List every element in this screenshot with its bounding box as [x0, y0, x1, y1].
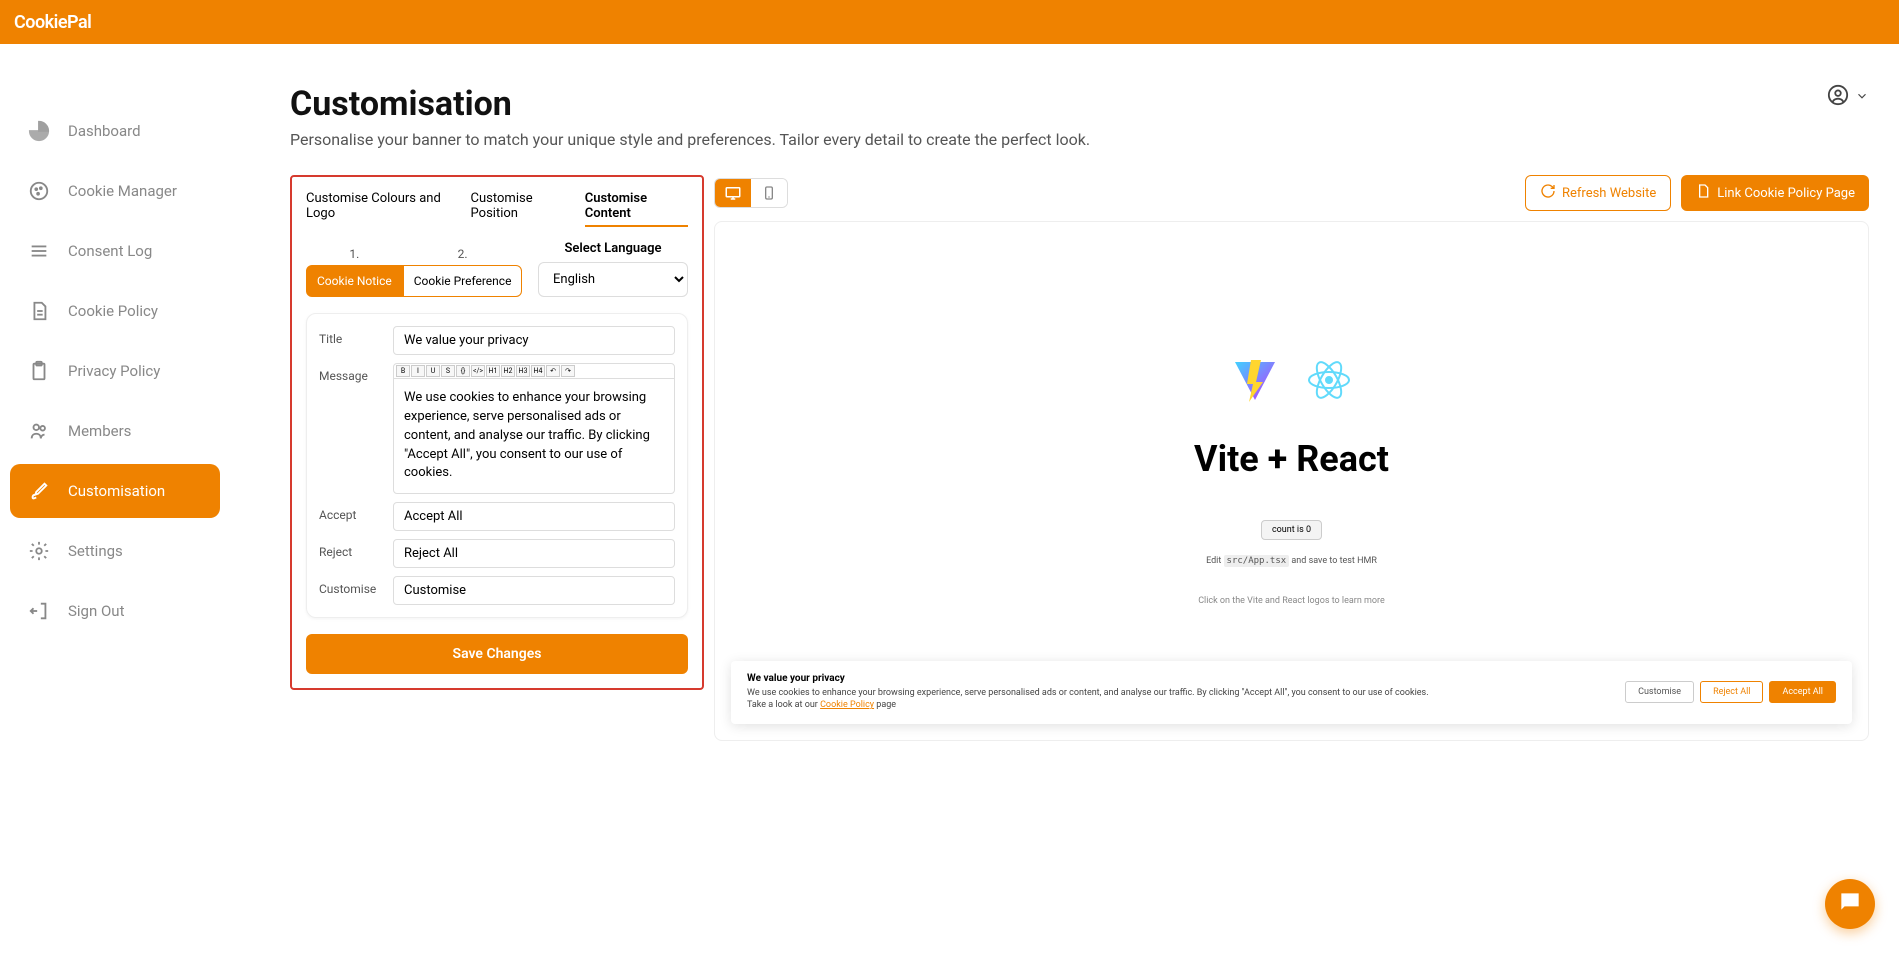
editor-italic-btn[interactable]: I — [411, 365, 425, 377]
message-editor: B I U S {} </> H1 H2 H3 H4 ↶ — [393, 363, 675, 494]
sidebar-item-label: Settings — [68, 542, 123, 560]
sidebar-item-label: Privacy Policy — [68, 362, 160, 380]
content-form: Title Message B I U S {} </> — [306, 313, 688, 618]
sidebar-item-label: Dashboard — [68, 122, 141, 140]
refresh-website-button[interactable]: Refresh Website — [1525, 175, 1671, 211]
editor-html-btn[interactable]: </> — [471, 365, 485, 377]
mobile-view-button[interactable] — [751, 179, 787, 207]
preview-frame: Vite + React count is 0 Edit src/App.tsx… — [714, 221, 1869, 741]
message-textarea[interactable]: We use cookies to enhance your browsing … — [394, 379, 674, 493]
sidebar-item-members[interactable]: Members — [10, 404, 220, 458]
document-icon — [1695, 183, 1711, 203]
editor-redo-btn[interactable]: ↷ — [561, 365, 575, 377]
editor-bold-btn[interactable]: B — [396, 365, 410, 377]
user-icon — [1827, 84, 1849, 110]
page-title: Customisation — [290, 84, 1090, 124]
tab-position[interactable]: Customise Position — [471, 191, 575, 227]
customise-label: Customise — [319, 576, 383, 596]
link-cookie-policy-button[interactable]: Link Cookie Policy Page — [1681, 175, 1869, 211]
sidebar-item-settings[interactable]: Settings — [10, 524, 220, 578]
document-icon — [28, 300, 50, 322]
banner-customise-button[interactable]: Customise — [1625, 681, 1694, 703]
language-select[interactable]: English — [538, 262, 688, 297]
cookie-icon — [28, 180, 50, 202]
subtab-cookie-preference[interactable]: Cookie Preference — [403, 265, 523, 297]
top-bar: CookiePal — [0, 0, 1899, 44]
sidebar-item-label: Members — [68, 422, 131, 440]
sidebar-item-sign-out[interactable]: Sign Out — [10, 584, 220, 638]
sidebar-item-cookie-policy[interactable]: Cookie Policy — [10, 284, 220, 338]
sidebar-item-customisation[interactable]: Customisation — [10, 464, 220, 518]
editor-undo-btn[interactable]: ↶ — [546, 365, 560, 377]
brand-logo: CookiePal — [14, 12, 91, 33]
preview-app-title: Vite + React — [1194, 438, 1389, 480]
subtab-number: 2. — [458, 247, 468, 261]
banner-cookie-policy-link[interactable]: Cookie Policy — [820, 700, 874, 710]
preview-count-button: count is 0 — [1261, 520, 1322, 540]
chevron-down-icon — [1855, 88, 1869, 107]
editor-toolbar: B I U S {} </> H1 H2 H3 H4 ↶ — [394, 364, 674, 379]
customise-input[interactable] — [393, 576, 675, 605]
banner-reject-button[interactable]: Reject All — [1700, 681, 1763, 703]
sidebar: Dashboard Cookie Manager Consent Log Coo… — [0, 44, 230, 771]
sidebar-item-cookie-manager[interactable]: Cookie Manager — [10, 164, 220, 218]
subtab-cookie-notice[interactable]: Cookie Notice — [306, 265, 403, 297]
brush-icon — [28, 480, 50, 502]
sidebar-item-label: Cookie Policy — [68, 302, 158, 320]
users-icon — [28, 420, 50, 442]
subtab-number: 1. — [349, 247, 359, 261]
sidebar-item-label: Consent Log — [68, 242, 152, 260]
accept-input[interactable] — [393, 502, 675, 531]
sidebar-item-label: Customisation — [68, 482, 165, 500]
customise-panel: Customise Colours and Logo Customise Pos… — [290, 175, 704, 690]
pie-chart-icon — [28, 120, 50, 142]
tab-content[interactable]: Customise Content — [585, 191, 688, 227]
sidebar-item-label: Sign Out — [68, 602, 124, 620]
preview-edit-hint: Edit src/App.tsx and save to test HMR — [1206, 556, 1377, 566]
banner-accept-button[interactable]: Accept All — [1769, 681, 1836, 703]
vite-logo-icon — [1231, 356, 1279, 408]
sidebar-item-dashboard[interactable]: Dashboard — [10, 104, 220, 158]
list-icon — [28, 240, 50, 262]
sidebar-item-consent-log[interactable]: Consent Log — [10, 224, 220, 278]
gear-icon — [28, 540, 50, 562]
desktop-view-button[interactable] — [715, 179, 751, 207]
editor-h4-btn[interactable]: H4 — [531, 365, 545, 377]
editor-strike-btn[interactable]: S — [441, 365, 455, 377]
banner-description: We use cookies to enhance your browsing … — [747, 687, 1605, 712]
preview-learn-hint: Click on the Vite and React logos to lea… — [1198, 596, 1385, 606]
accept-label: Accept — [319, 502, 383, 522]
title-label: Title — [319, 326, 383, 346]
tab-colours[interactable]: Customise Colours and Logo — [306, 191, 461, 227]
editor-code-btn[interactable]: {} — [456, 365, 470, 377]
cookie-banner-preview: We value your privacy We use cookies to … — [731, 661, 1852, 724]
device-toggle — [714, 178, 788, 208]
banner-title: We value your privacy — [747, 673, 1605, 684]
page-subtitle: Personalise your banner to match your un… — [290, 130, 1090, 149]
sidebar-item-label: Cookie Manager — [68, 182, 177, 200]
customise-tabs: Customise Colours and Logo Customise Pos… — [306, 191, 688, 227]
sidebar-item-privacy-policy[interactable]: Privacy Policy — [10, 344, 220, 398]
save-changes-button[interactable]: Save Changes — [306, 634, 688, 674]
reject-input[interactable] — [393, 539, 675, 568]
react-logo-icon — [1305, 356, 1353, 408]
chat-widget-button[interactable] — [1825, 879, 1875, 929]
title-input[interactable] — [393, 326, 675, 355]
sign-out-icon — [28, 600, 50, 622]
clipboard-icon — [28, 360, 50, 382]
editor-underline-btn[interactable]: U — [426, 365, 440, 377]
reject-label: Reject — [319, 539, 383, 559]
refresh-icon — [1540, 183, 1556, 203]
editor-h2-btn[interactable]: H2 — [501, 365, 515, 377]
language-label: Select Language — [538, 241, 688, 256]
editor-h1-btn[interactable]: H1 — [486, 365, 500, 377]
editor-h3-btn[interactable]: H3 — [516, 365, 530, 377]
user-menu[interactable] — [1827, 84, 1869, 110]
message-label: Message — [319, 363, 383, 383]
chat-icon — [1837, 889, 1863, 919]
